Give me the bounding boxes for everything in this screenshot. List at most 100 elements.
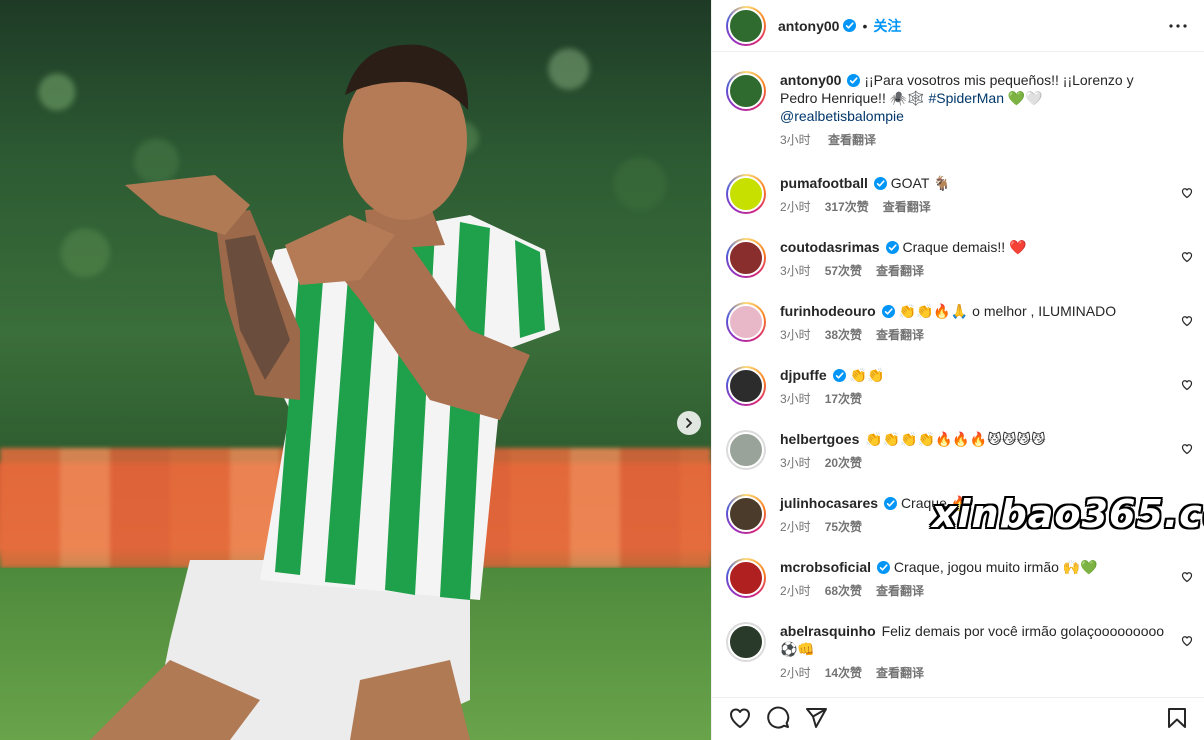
comment-text: 👏👏🔥🙏 o melhor , ILUMINADO — [898, 303, 1117, 319]
comments-list[interactable]: antony00 ¡¡Para vosotros mis pequeños!! … — [712, 53, 1204, 689]
caption-author-avatar[interactable] — [726, 71, 766, 111]
heart-icon — [1181, 252, 1193, 263]
post-caption: antony00 ¡¡Para vosotros mis pequeños!! … — [726, 71, 1195, 148]
verified-badge-icon — [881, 305, 895, 318]
avatar-image — [728, 624, 764, 660]
commenter-username[interactable]: pumafootball — [780, 175, 868, 191]
avatar-image — [728, 560, 764, 596]
see-translation-button[interactable]: 查看翻译 — [876, 264, 924, 278]
comment-container: pumafootball GOAT 🐐 2小时 317次赞 查看翻译 coutodasr… — [726, 174, 1195, 681]
verified-badge-icon — [843, 19, 857, 32]
more-options-icon — [1169, 23, 1187, 28]
comment-text: GOAT 🐐 — [890, 175, 951, 191]
commenter-username[interactable]: djpuffe — [780, 367, 827, 383]
comment-like-button[interactable] — [1181, 186, 1193, 204]
comment-item: djpuffe 👏👏 3小时 17次赞 — [726, 366, 1195, 407]
comment-like-button[interactable] — [1181, 314, 1193, 332]
avatar-image — [728, 176, 764, 212]
comment-item: mcrobsoficial Craque, jogou muito irmão … — [726, 558, 1195, 599]
comment-time[interactable]: 3小时 — [780, 456, 811, 470]
comment-like-button[interactable] — [1181, 250, 1193, 268]
comment-item: abelrasquinho Feliz demais por você irmã… — [726, 622, 1195, 681]
commenter-avatar[interactable] — [726, 558, 766, 598]
see-translation-button[interactable]: 查看翻译 — [883, 200, 931, 214]
avatar-image — [728, 304, 764, 340]
see-translation-button[interactable]: 查看翻译 — [876, 328, 924, 342]
comment-item: helbertgoes 👏👏👏👏🔥🔥🔥😼😼😼😼 3小时 20次赞 — [726, 430, 1195, 471]
author-username[interactable]: antony00 — [778, 18, 839, 34]
comment-time[interactable]: 3小时 — [780, 328, 811, 342]
comment-time[interactable]: 3小时 — [780, 264, 811, 278]
avatar-image — [728, 432, 764, 468]
post-side-panel: antony00 • 关注 antony00 ¡¡Para vosotros m… — [711, 0, 1204, 740]
comment-time[interactable]: 2小时 — [780, 666, 811, 680]
caption-username[interactable]: antony00 — [780, 72, 841, 88]
comment-likes[interactable]: 317次赞 — [825, 200, 869, 214]
comment-item: pumafootball GOAT 🐐 2小时 317次赞 查看翻译 — [726, 174, 1195, 215]
caption-mention[interactable]: @realbetisbalompie — [780, 108, 904, 124]
share-icon — [806, 707, 827, 728]
commenter-avatar[interactable] — [726, 302, 766, 342]
player-photo — [90, 44, 560, 740]
bookmark-icon — [1168, 707, 1186, 728]
commenter-avatar[interactable] — [726, 622, 766, 662]
verified-badge-icon — [877, 561, 891, 574]
commenter-username[interactable]: furinhodeouro — [780, 303, 876, 319]
verified-badge-icon — [884, 497, 898, 510]
commenter-avatar[interactable] — [726, 174, 766, 214]
see-translation-button[interactable]: 查看翻译 — [876, 666, 924, 680]
comment-time[interactable]: 3小时 — [780, 392, 811, 406]
caption-hashtag[interactable]: #SpiderMan — [929, 90, 1005, 106]
comment-like-button[interactable] — [1181, 378, 1193, 396]
avatar-image — [728, 240, 764, 276]
commenter-avatar[interactable] — [726, 238, 766, 278]
save-button[interactable] — [1165, 706, 1189, 730]
heart-icon — [1181, 572, 1193, 583]
heart-icon — [1181, 188, 1193, 199]
commenter-username[interactable]: helbertgoes — [780, 431, 859, 447]
avatar-image — [728, 368, 764, 404]
chevron-right-icon — [686, 418, 693, 428]
commenter-username[interactable]: julinhocasares — [780, 495, 878, 511]
comment-time[interactable]: 2小时 — [780, 200, 811, 214]
like-button[interactable] — [728, 706, 752, 730]
comment-likes[interactable]: 14次赞 — [825, 666, 862, 680]
heart-icon — [1181, 380, 1193, 391]
commenter-avatar[interactable] — [726, 430, 766, 470]
see-translation-button[interactable]: 查看翻译 — [876, 584, 924, 598]
follow-button[interactable]: 关注 — [873, 16, 901, 36]
comment-like-button[interactable] — [1181, 634, 1193, 652]
avatar-image — [728, 496, 764, 532]
more-options-button[interactable] — [1166, 14, 1190, 38]
comment-text: Craque demais!! ❤️ — [902, 239, 1027, 255]
comment-likes[interactable]: 57次赞 — [825, 264, 862, 278]
commenter-avatar[interactable] — [726, 494, 766, 534]
verified-badge-icon — [885, 241, 899, 254]
commenter-avatar[interactable] — [726, 366, 766, 406]
caption-time[interactable]: 3小时 — [780, 133, 811, 147]
comment-likes[interactable]: 20次赞 — [825, 456, 862, 470]
caption-emoji: 💚🤍 — [1007, 90, 1043, 106]
watermark: xinbao365.cc — [932, 492, 1204, 536]
comment-likes[interactable]: 68次赞 — [825, 584, 862, 598]
author-avatar[interactable] — [726, 5, 766, 46]
commenter-username[interactable]: mcrobsoficial — [780, 559, 871, 575]
comment-icon — [767, 706, 790, 728]
comment-time[interactable]: 2小时 — [780, 584, 811, 598]
comment-time[interactable]: 2小时 — [780, 520, 811, 534]
comment-button[interactable] — [766, 706, 790, 730]
commenter-username[interactable]: abelrasquinho — [780, 623, 876, 639]
next-image-button[interactable] — [677, 411, 701, 435]
commenter-username[interactable]: coutodasrimas — [780, 239, 880, 255]
caption-emoji: 🕷️🕸️ — [889, 90, 925, 106]
heart-icon — [730, 708, 750, 728]
comment-likes[interactable]: 38次赞 — [825, 328, 862, 342]
comment-likes[interactable]: 75次赞 — [825, 520, 862, 534]
verified-badge-icon — [873, 177, 887, 190]
comment-like-button[interactable] — [1181, 442, 1193, 460]
comment-likes[interactable]: 17次赞 — [825, 392, 862, 406]
comment-text: 👏👏 — [849, 367, 885, 383]
see-translation-button[interactable]: 查看翻译 — [828, 133, 876, 147]
comment-like-button[interactable] — [1181, 570, 1193, 588]
share-button[interactable] — [804, 706, 828, 730]
